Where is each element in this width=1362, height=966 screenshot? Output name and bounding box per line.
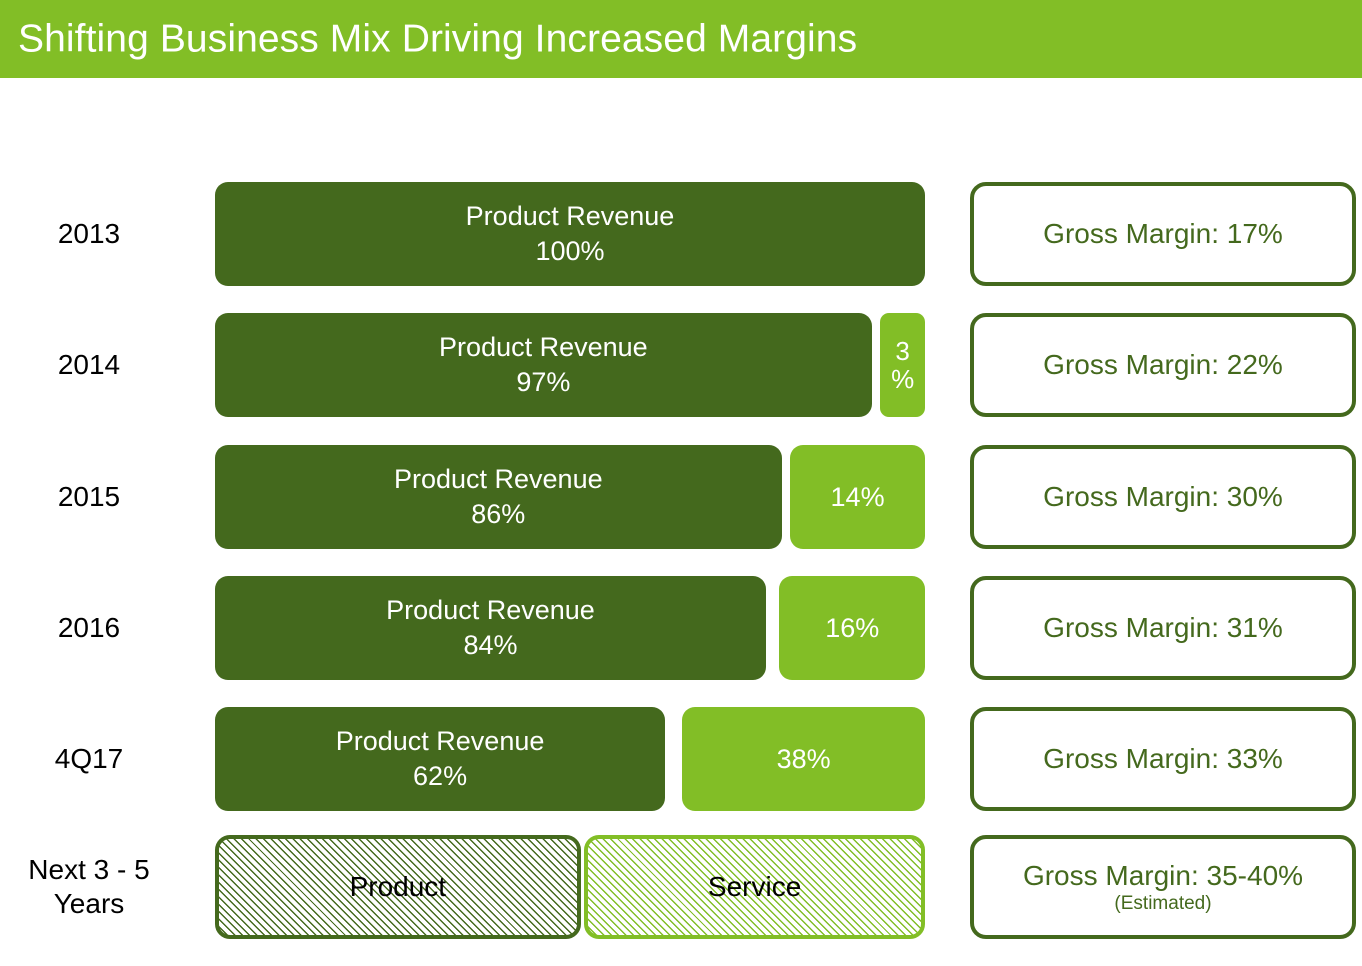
service-segment-value: Service [707, 871, 802, 903]
chart-row: 4Q17 Product Revenue 62% 38% Gross Margin: 3… [0, 707, 1362, 811]
gross-margin-callout: Gross Margin: 35-40% (Estimated) [970, 835, 1356, 939]
gross-margin-value: Gross Margin: 33% [1043, 743, 1283, 775]
stacked-bar-track: Product Revenue 62% 38% [215, 707, 925, 811]
product-segment-value: 62% [413, 761, 468, 791]
title-banner: Shifting Business Mix Driving Increased … [0, 0, 1362, 78]
row-category-label: 2015 [57, 480, 121, 512]
gross-margin-value: Gross Margin: 17% [1043, 218, 1283, 250]
gross-margin-value: Gross Margin: 22% [1043, 349, 1283, 381]
gross-margin-callout: Gross Margin: 22% [970, 313, 1356, 417]
product-segment-name: Product Revenue [386, 595, 595, 626]
service-revenue-segment: Service [584, 835, 925, 939]
stacked-bar-track: Product Revenue 84% 16% [215, 576, 925, 680]
gross-margin-value: Gross Margin: 31% [1043, 612, 1283, 644]
chart-row: 2014 Product Revenue 97% 3 % Gross Margin: 2… [0, 313, 1362, 417]
stacked-bar-track: Product Revenue 97% 3 % [215, 313, 925, 417]
row-category-label: 4Q17 [54, 742, 124, 774]
product-revenue-segment: Product Revenue 86% [215, 445, 782, 549]
product-segment-value: 86% [471, 499, 526, 529]
service-revenue-segment: 14% [790, 445, 925, 549]
stacked-bar-track: Product Service [215, 835, 925, 939]
gross-margin-callout: Gross Margin: 30% [970, 445, 1356, 549]
product-segment-name: Product [349, 871, 447, 903]
chart-row: 2016 Product Revenue 84% 16% Gross Margin: 3… [0, 576, 1362, 680]
chart-row: Next 3 - 5 Years Product Service Gross Marg… [0, 835, 1362, 939]
product-segment-value: 100% [535, 236, 605, 266]
service-segment-value: 38% [776, 743, 831, 774]
product-segment-value: 97% [516, 367, 571, 397]
service-segment-value: 3 % [891, 335, 915, 394]
row-category-label: 2016 [57, 611, 121, 643]
row-category-label: Next 3 - 5 Years [28, 853, 150, 919]
gross-margin-value: Gross Margin: 35-40% [1022, 859, 1304, 891]
chart-row: 2013 Product Revenue 100% Gross Margin: 17% [0, 182, 1362, 286]
product-revenue-segment: Product Revenue 62% [215, 707, 666, 811]
gross-margin-value: Gross Margin: 30% [1043, 481, 1283, 513]
row-category-label: 2014 [57, 348, 121, 380]
product-segment-name: Product Revenue [465, 201, 675, 232]
service-revenue-segment: 16% [779, 576, 925, 680]
page-title: Shifting Business Mix Driving Increased … [18, 17, 858, 61]
product-revenue-segment: Product [215, 835, 581, 939]
chart-row: 2015 Product Revenue 86% 14% Gross Margin: 3… [0, 445, 1362, 549]
stacked-bar-track: Product Revenue 86% 14% [215, 445, 925, 549]
service-segment-value: 14% [830, 481, 885, 512]
product-revenue-segment: Product Revenue 100% [215, 182, 925, 286]
gross-margin-callout: Gross Margin: 17% [970, 182, 1356, 286]
service-revenue-segment: 3 % [880, 313, 925, 417]
product-revenue-segment: Product Revenue 97% [215, 313, 872, 417]
product-revenue-segment: Product Revenue 84% [215, 576, 766, 680]
service-segment-value: 16% [825, 612, 880, 643]
product-segment-name: Product Revenue [439, 332, 648, 363]
service-revenue-segment: 38% [682, 707, 925, 811]
product-segment-name: Product Revenue [335, 726, 545, 757]
product-segment-name: Product Revenue [393, 464, 603, 495]
business-mix-chart: 2013 Product Revenue 100% Gross Margin: 17%… [0, 78, 1362, 966]
stacked-bar-track: Product Revenue 100% [215, 182, 925, 286]
gross-margin-callout: Gross Margin: 31% [970, 576, 1356, 680]
gross-margin-note: (Estimated) [1114, 892, 1212, 914]
product-segment-value: 84% [463, 630, 518, 660]
row-category-label: 2013 [57, 217, 121, 249]
gross-margin-callout: Gross Margin: 33% [970, 707, 1356, 811]
